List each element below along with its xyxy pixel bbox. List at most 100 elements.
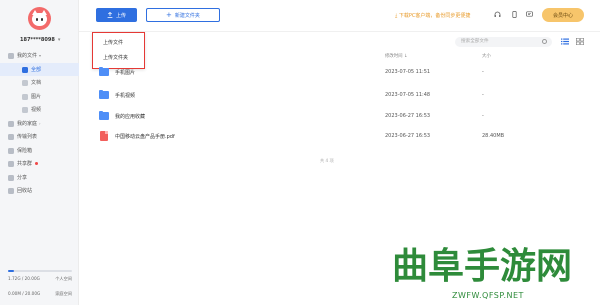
sidebar-item-videos[interactable]: 视频	[0, 103, 79, 117]
sidebar-item-label: 我的家庭	[17, 120, 38, 127]
column-header-size[interactable]: 大小	[482, 53, 491, 59]
watermark-url: ZWFW.QFSP.NET	[452, 291, 524, 300]
file-date: 2023-06-27 16:53	[385, 113, 431, 119]
folder-icon	[99, 110, 109, 120]
sidebar: 187****8098 ▾ 我的文件 ▾ 全部 文档 图片 视频 我的家庭 › 传输列…	[0, 0, 79, 305]
table-row[interactable]: 我的应用收藏 2023-06-27 16:53 -	[92, 107, 600, 126]
message-icon[interactable]	[526, 11, 533, 18]
folder-icon	[99, 89, 109, 99]
sidebar-item-label: 文档	[31, 80, 42, 87]
plus-icon: +	[166, 10, 172, 19]
top-header: 上传 + 新建文件夹 ⤓ 下载PC客户端，备份同步更便捷 会员中心	[79, 0, 600, 32]
storage-bar	[8, 270, 72, 272]
document-icon	[22, 80, 28, 86]
list-view-icon[interactable]	[561, 38, 569, 45]
family-storage-row: 0.00M / 20.00G 家庭空间	[8, 291, 72, 297]
download-pc-link[interactable]: ⤓ 下载PC客户端，备份同步更便捷	[395, 12, 470, 19]
file-date: 2023-07-05 11:51	[385, 69, 431, 75]
sidebar-item-family[interactable]: 我的家庭 ›	[0, 117, 79, 131]
headset-icon[interactable]	[494, 11, 501, 18]
sidebar-item-label: 分享	[17, 174, 28, 181]
file-name[interactable]: 手机图片	[115, 69, 135, 76]
column-header-modified[interactable]: 修改时间 ↓	[385, 53, 408, 59]
search-input[interactable]: 搜索全部文件	[455, 37, 552, 47]
sidebar-item-transfers[interactable]: 传输列表	[0, 130, 79, 144]
sidebar-item-images[interactable]: 图片	[0, 90, 79, 104]
upload-file-menu-item[interactable]: 上传文件	[103, 39, 123, 46]
watermark-title: 曲阜手游网	[392, 245, 573, 287]
sidebar-item-my-files[interactable]: 我的文件 ▾	[0, 49, 79, 63]
file-size: 28.40MB	[482, 133, 505, 139]
file-date: 2023-06-27 16:53	[385, 133, 431, 139]
sidebar-nav: 我的文件 ▾ 全部 文档 图片 视频 我的家庭 › 传输列表 保险箱 共享群 分享 …	[0, 49, 79, 198]
chevron-right-icon: ›	[39, 120, 41, 126]
sidebar-item-label: 视频	[31, 107, 42, 114]
table-row[interactable]: 手机图片 2023-07-05 11:51 -	[92, 63, 600, 82]
pdf-file-icon	[100, 131, 108, 141]
notification-dot	[35, 162, 39, 166]
chevron-down-icon: ▾	[39, 53, 42, 59]
file-name[interactable]: 中国移动云盘产品手册.pdf	[115, 133, 175, 140]
avatar-eye-right	[41, 18, 43, 21]
folder-icon	[99, 66, 109, 76]
download-pc-text: 下载PC客户端，备份同步更便捷	[398, 13, 471, 19]
avatar-face	[32, 13, 47, 26]
family-icon	[8, 120, 14, 127]
phone-icon[interactable]	[511, 11, 518, 18]
recycle-bin-icon	[8, 188, 14, 194]
download-icon: ⤓	[395, 13, 398, 19]
family-storage-label[interactable]: 家庭空间	[55, 291, 72, 297]
share-group-icon	[8, 161, 14, 167]
personal-storage-row: 1.72G / 20.00G 个人空间	[8, 276, 72, 282]
item-count: 共 4 项	[320, 158, 334, 163]
storage-panel: 1.72G / 20.00G 个人空间 0.00M / 20.00G 家庭空间	[8, 270, 72, 297]
table-row[interactable]: 手机视频 2023-07-05 11:48 -	[92, 86, 600, 105]
vip-center-button[interactable]: 会员中心	[542, 8, 584, 22]
file-name[interactable]: 我的应用收藏	[115, 113, 145, 120]
search-icon[interactable]	[542, 39, 547, 44]
share-icon	[8, 174, 14, 181]
username[interactable]: 187****8098 ▾	[20, 37, 60, 43]
sidebar-item-label: 图片	[31, 93, 42, 100]
personal-storage-used: 1.72G / 20.00G	[8, 276, 40, 281]
file-size: -	[482, 69, 484, 75]
personal-storage-label[interactable]: 个人空间	[55, 276, 72, 282]
sidebar-item-share-group[interactable]: 共享群	[0, 157, 79, 171]
sidebar-item-label: 传输列表	[17, 134, 38, 141]
new-folder-label: 新建文件夹	[174, 12, 200, 19]
sidebar-item-label: 回收站	[17, 188, 33, 195]
cloud-icon	[8, 53, 14, 59]
chevron-down-icon: ▾	[57, 37, 61, 43]
file-size: -	[482, 92, 484, 98]
sidebar-item-recycle-bin[interactable]: 回收站	[0, 184, 79, 198]
upload-button[interactable]: 上传	[96, 8, 137, 22]
vip-center-label: 会员中心	[552, 12, 573, 19]
search-placeholder: 搜索全部文件	[461, 39, 489, 44]
sidebar-item-safe[interactable]: 保险箱	[0, 144, 79, 158]
family-storage-used: 0.00M / 20.00G	[8, 291, 41, 296]
file-date: 2023-07-05 11:48	[385, 92, 431, 98]
sidebar-item-label: 我的文件	[17, 53, 38, 60]
safe-icon	[8, 147, 14, 154]
storage-fill	[8, 270, 14, 272]
image-icon	[22, 93, 28, 100]
sidebar-item-all[interactable]: 全部	[0, 62, 79, 76]
avatar[interactable]	[28, 7, 51, 30]
video-icon	[22, 107, 28, 113]
avatar-eye-left	[36, 18, 38, 21]
file-name[interactable]: 手机视频	[115, 92, 135, 99]
upload-button-label: 上传	[115, 12, 126, 19]
sidebar-item-documents[interactable]: 文档	[0, 76, 79, 90]
upload-icon	[107, 12, 113, 18]
table-row[interactable]: 中国移动云盘产品手册.pdf 2023-06-27 16:53 28.40MB	[92, 127, 600, 146]
grid-view-icon[interactable]	[576, 38, 584, 45]
upload-folder-menu-item[interactable]: 上传文件夹	[103, 54, 128, 61]
file-size: -	[482, 113, 484, 119]
sidebar-item-share[interactable]: 分享	[0, 171, 79, 185]
sidebar-item-label: 共享群	[17, 161, 33, 168]
sidebar-item-label: 保险箱	[17, 147, 33, 154]
transfer-icon	[8, 134, 14, 140]
new-folder-button[interactable]: + 新建文件夹	[146, 8, 220, 22]
username-text: 187****8098	[20, 37, 55, 43]
all-files-icon	[22, 66, 28, 73]
